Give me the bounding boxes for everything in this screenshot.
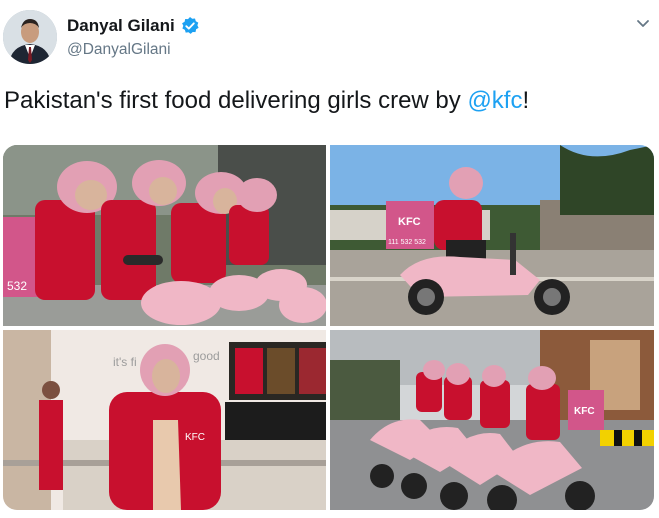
mention-link[interactable]: @kfc [467, 87, 522, 114]
author-name-text[interactable]: Danyal Gilani [67, 16, 175, 36]
photo-restaurant-girl[interactable]: it's fi good KFC [3, 330, 326, 510]
wall-text-left: it's fi [113, 355, 137, 369]
chevron-down-icon[interactable] [634, 14, 652, 32]
jacket-brand: KFC [185, 432, 205, 443]
photo-riders-group[interactable]: 532 [3, 145, 326, 326]
tweet-text-end: ! [522, 87, 530, 114]
box-brand-row: KFC [574, 406, 595, 417]
photo-rider-road[interactable]: KFC 111 532 532 [330, 145, 654, 326]
box-brand: KFC [398, 216, 421, 228]
photo-riders-row[interactable]: KFC [330, 330, 654, 510]
tweet-text-main: Pakistan's first food delivering girls c… [4, 87, 468, 114]
media-grid: 532 KFC 111 532 532 it's fi good KFC KFC [3, 145, 654, 510]
tweet-text: Pakistan's first food delivering girls c… [4, 87, 529, 115]
verified-badge-icon [180, 16, 200, 36]
avatar[interactable] [3, 10, 57, 64]
author-handle[interactable]: @DanyalGilani [67, 41, 171, 59]
box-number: 532 [7, 279, 27, 293]
box-phone: 111 532 532 [388, 239, 426, 246]
wall-text-right: good [193, 349, 220, 363]
author-name[interactable]: Danyal Gilani [67, 16, 200, 36]
